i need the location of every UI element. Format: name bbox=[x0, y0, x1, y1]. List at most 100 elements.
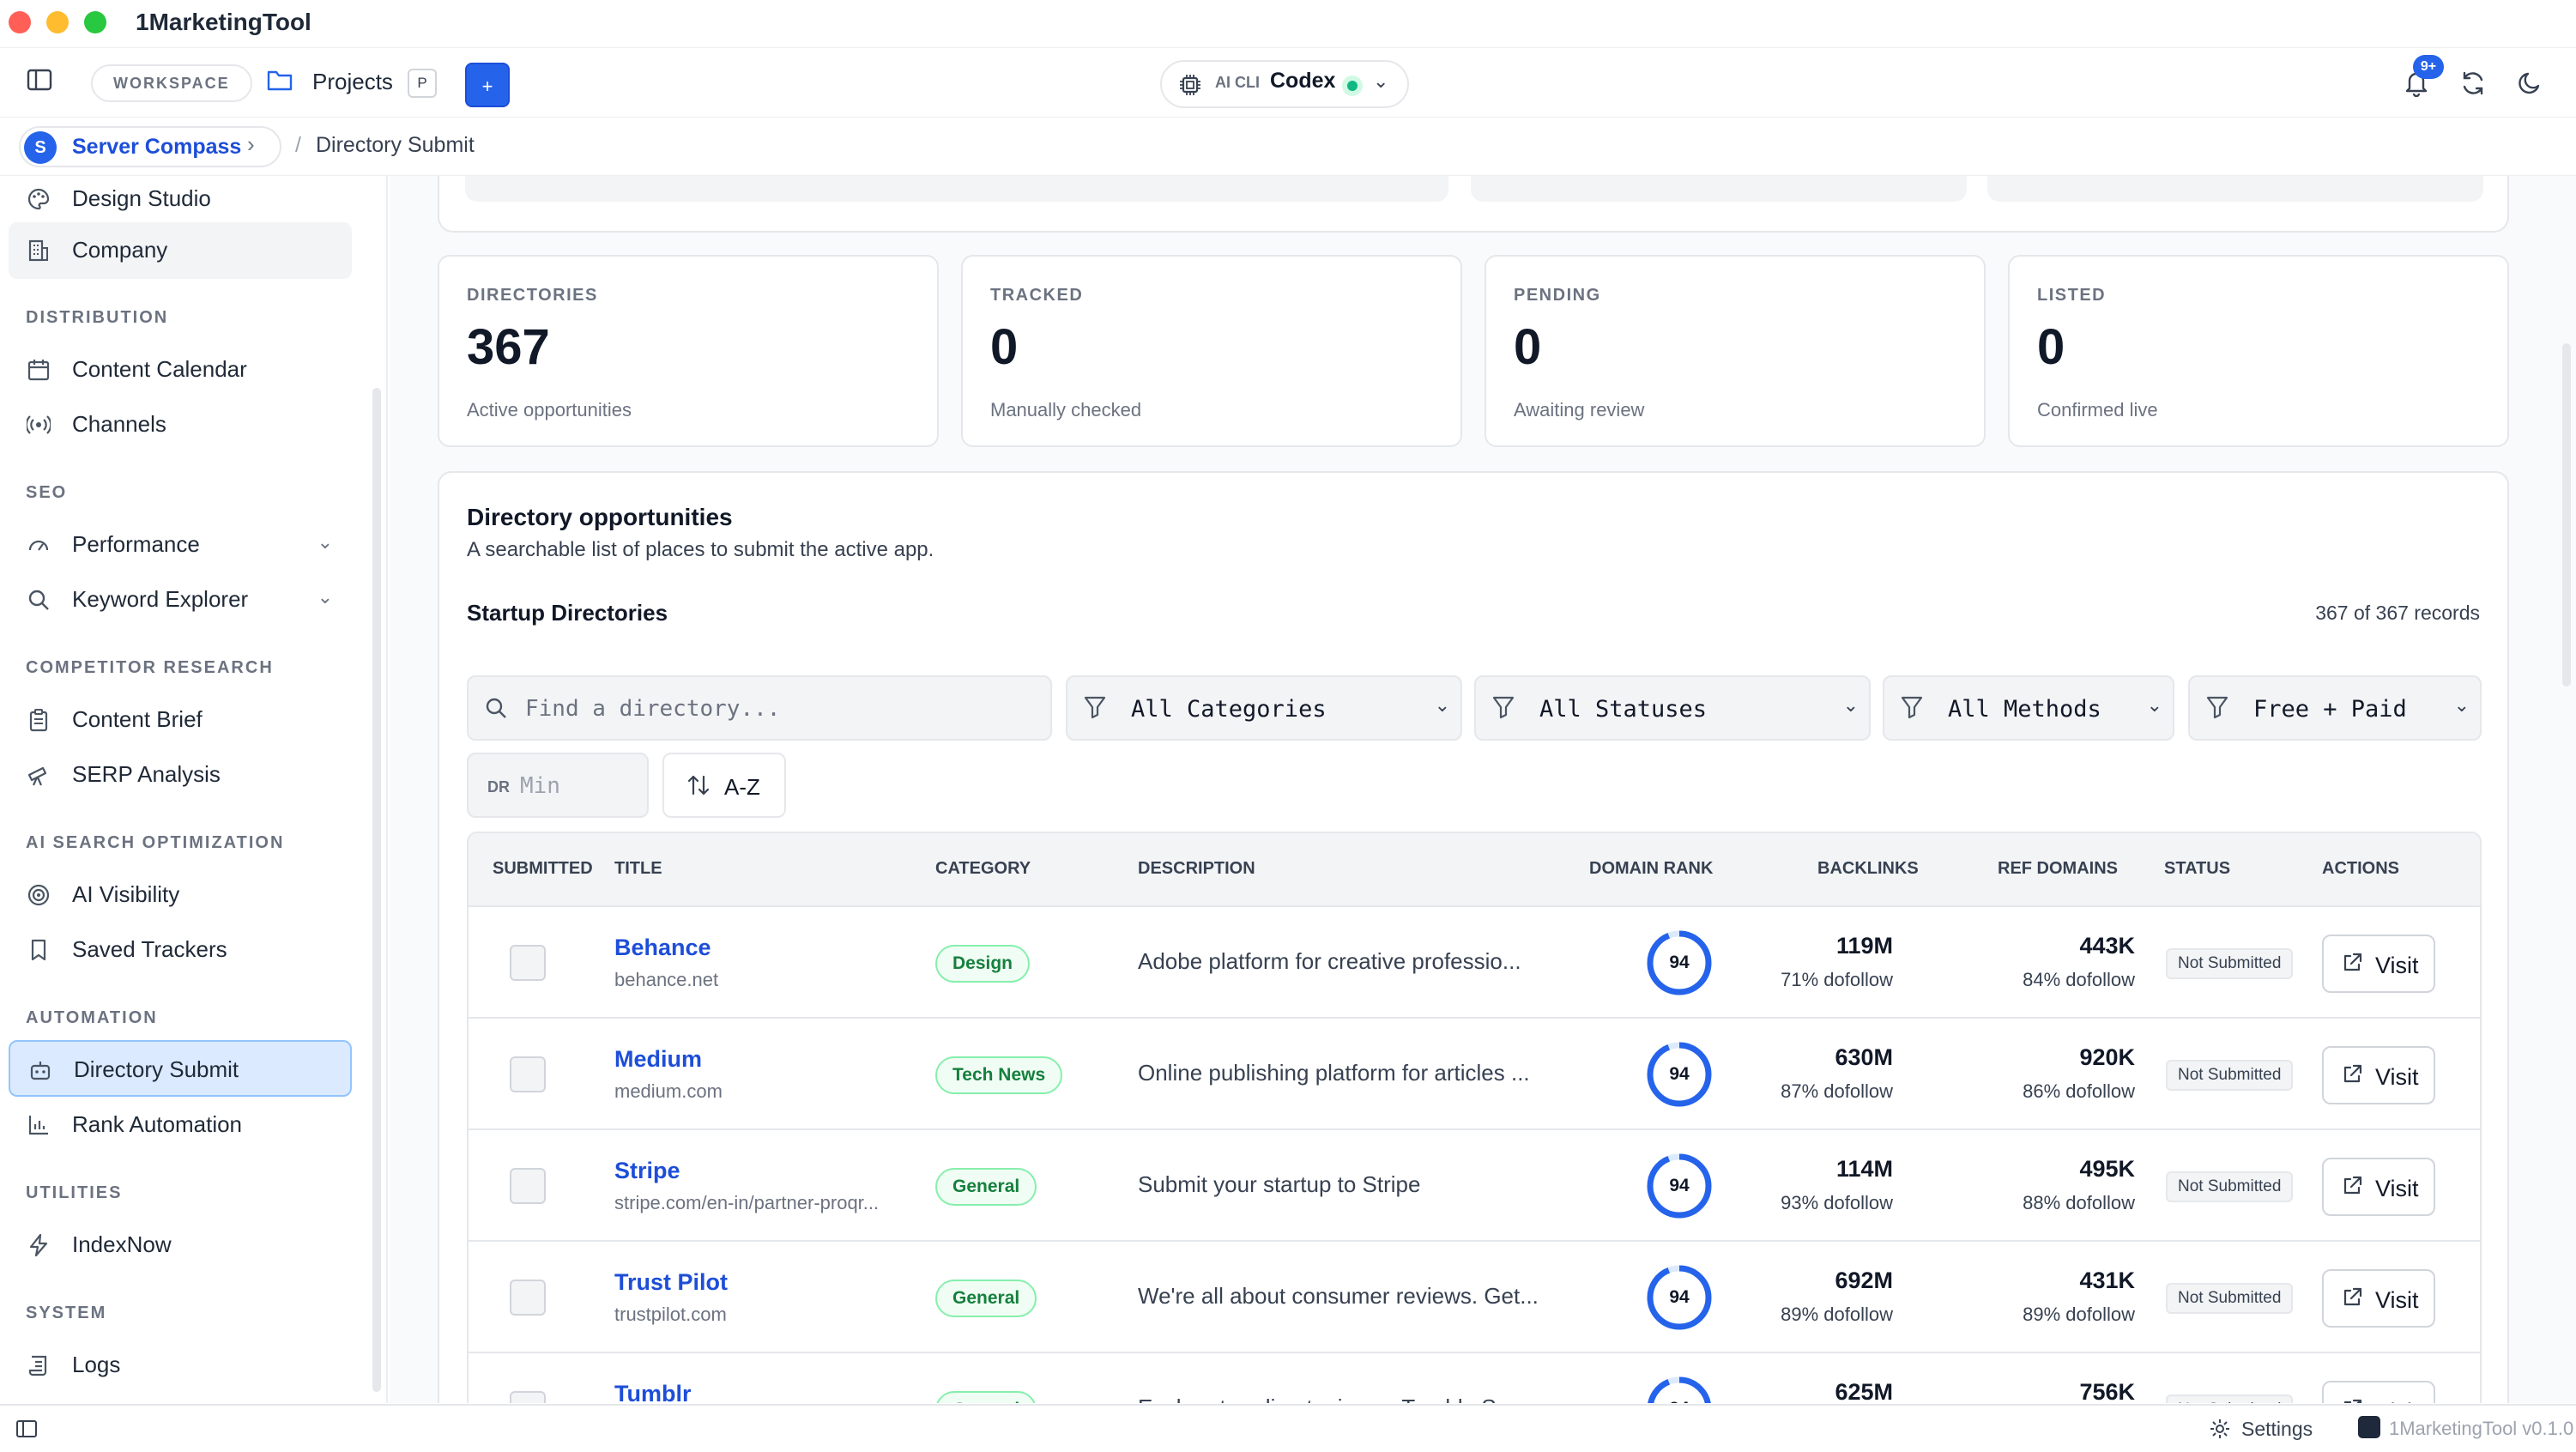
sidebar-item-label: Content Calendar bbox=[72, 356, 247, 382]
sidebar-item-channels[interactable]: Channels bbox=[9, 396, 352, 453]
stat-label: TRACKED bbox=[990, 286, 1084, 305]
search-icon bbox=[484, 696, 508, 726]
bookmark-icon bbox=[26, 938, 51, 964]
filter-icon bbox=[1900, 694, 1924, 726]
sidebar-item-label: Rank Automation bbox=[72, 1111, 243, 1137]
main-content: DIRECTORIES 367 Active opportunities TRA… bbox=[390, 176, 2576, 1403]
directory-title-link[interactable]: Stripe bbox=[614, 1158, 680, 1184]
sidebar-item-serp-analysis[interactable]: SERP Analysis bbox=[9, 747, 352, 803]
close-window-button[interactable] bbox=[9, 11, 31, 33]
ref-domains-value: 443K bbox=[2079, 933, 2135, 959]
summary-block bbox=[1471, 176, 1967, 202]
sidebar-scrollbar[interactable] bbox=[372, 388, 381, 1392]
summary-block bbox=[465, 176, 1448, 202]
visit-button[interactable]: Visit bbox=[2322, 1046, 2435, 1104]
main-scrollbar[interactable] bbox=[2562, 343, 2571, 687]
search-icon bbox=[26, 588, 51, 614]
chevron-down-icon: ⌄ bbox=[2146, 694, 2162, 716]
directory-title-link[interactable]: Behance bbox=[614, 935, 711, 961]
filter-label: All Categories bbox=[1131, 696, 1327, 723]
sidebar-item-directory-submit[interactable]: Directory Submit bbox=[9, 1040, 352, 1097]
panel-toggle-icon[interactable] bbox=[15, 1419, 38, 1443]
status-badge: Not Submitted bbox=[2166, 1395, 2294, 1403]
projects-link[interactable]: Projects bbox=[312, 63, 393, 100]
sidebar-item-design-studio[interactable]: Design Studio bbox=[9, 176, 352, 227]
status-filter[interactable]: All Statuses ⌄ bbox=[1474, 675, 1871, 741]
col-actions[interactable]: ACTIONS bbox=[2322, 859, 2399, 879]
col-submitted[interactable]: SUBMITTED bbox=[493, 859, 593, 879]
submitted-checkbox[interactable] bbox=[510, 1391, 546, 1403]
visit-button[interactable]: Visit bbox=[2322, 1158, 2435, 1216]
ai-cli-label: AI CLI bbox=[1215, 74, 1260, 91]
sidebar-item-label: Directory Submit bbox=[74, 1056, 239, 1082]
col-category[interactable]: CATEGORY bbox=[935, 859, 1031, 879]
sidebar-section-utilities: UTILITIES bbox=[26, 1183, 123, 1202]
table-row: Behance behance.net Design Adobe platform f… bbox=[469, 907, 2480, 1019]
directory-title-link[interactable]: Tumblr bbox=[614, 1381, 692, 1403]
table-row: Medium medium.com Tech News Online publishi… bbox=[469, 1019, 2480, 1130]
col-status[interactable]: STATUS bbox=[2164, 859, 2230, 879]
maximize-window-button[interactable] bbox=[84, 11, 106, 33]
sidebar-item-logs[interactable]: Logs bbox=[9, 1337, 352, 1394]
directory-description: Explore trending topics on Tumblr. See..… bbox=[1138, 1395, 1539, 1403]
stat-value: 0 bbox=[1514, 319, 1542, 375]
domain-rank-value: 94 bbox=[1646, 1376, 1713, 1403]
visit-button[interactable]: Visit bbox=[2322, 1269, 2435, 1328]
submitted-checkbox[interactable] bbox=[510, 1056, 546, 1092]
sidebar-item-content-brief[interactable]: Content Brief bbox=[9, 692, 352, 748]
stat-sub: Confirmed live bbox=[2037, 399, 2158, 420]
new-project-button[interactable]: + bbox=[465, 63, 510, 107]
domain-rank-value: 94 bbox=[1669, 1287, 1690, 1307]
search-placeholder: Find a directory... bbox=[525, 696, 781, 722]
submitted-checkbox[interactable] bbox=[510, 945, 546, 981]
search-input[interactable]: Find a directory... bbox=[467, 675, 1052, 741]
sidebar-item-indexnow[interactable]: IndexNow bbox=[9, 1217, 352, 1274]
submitted-checkbox[interactable] bbox=[510, 1168, 546, 1204]
sort-button[interactable]: A-Z bbox=[662, 753, 786, 818]
domain-rank-ring: 94 bbox=[1646, 929, 1713, 996]
company-switcher[interactable]: S Server Compass › bbox=[19, 126, 281, 167]
col-ref-domains[interactable]: REF DOMAINS bbox=[1998, 859, 2118, 879]
visit-button[interactable]: Visit bbox=[2322, 1381, 2435, 1403]
minimize-window-button[interactable] bbox=[46, 11, 69, 33]
workspace-badge[interactable]: WORKSPACE bbox=[91, 64, 252, 102]
sidebar-toggle-icon[interactable] bbox=[21, 64, 58, 102]
settings-button[interactable]: Settings bbox=[2241, 1418, 2313, 1441]
category-badge: Tech News bbox=[935, 1056, 1063, 1094]
directory-title-link[interactable]: Medium bbox=[614, 1046, 702, 1073]
sidebar-item-company[interactable]: Company bbox=[9, 222, 352, 279]
backlinks-dofollow: 71% dofollow bbox=[1781, 969, 1893, 990]
sidebar: Design Studio Company DISTRIBUTION Conte… bbox=[0, 176, 388, 1403]
col-description[interactable]: DESCRIPTION bbox=[1138, 859, 1255, 879]
sidebar-item-performance[interactable]: Performance ⌄ bbox=[9, 517, 352, 573]
sidebar-item-rank-automation[interactable]: Rank Automation bbox=[9, 1097, 352, 1153]
submitted-checkbox[interactable] bbox=[510, 1280, 546, 1316]
sort-label: A-Z bbox=[724, 774, 760, 800]
sidebar-section-automation: AUTOMATION bbox=[26, 1008, 158, 1027]
sidebar-item-label: AI Visibility bbox=[72, 881, 180, 907]
sidebar-item-label: Company bbox=[72, 237, 168, 263]
sidebar-item-ai-visibility[interactable]: AI Visibility bbox=[9, 867, 352, 923]
ref-domains-dofollow: 89% dofollow bbox=[2023, 1304, 2135, 1325]
visit-button[interactable]: Visit bbox=[2322, 935, 2435, 993]
method-filter[interactable]: All Methods ⌄ bbox=[1883, 675, 2174, 741]
dr-min-input[interactable]: DR Min bbox=[467, 753, 649, 818]
sidebar-item-content-calendar[interactable]: Content Calendar bbox=[9, 342, 352, 398]
moon-icon[interactable] bbox=[2518, 70, 2543, 100]
refresh-icon[interactable] bbox=[2459, 70, 2487, 101]
sidebar-item-label: Saved Trackers bbox=[72, 936, 227, 962]
chevron-right-icon: › bbox=[247, 131, 255, 157]
ai-cli-selector[interactable]: AI CLI Codex ⌄ bbox=[1160, 60, 1409, 108]
ref-domains-dofollow: 86% dofollow bbox=[2023, 1080, 2135, 1102]
chip-icon bbox=[1177, 72, 1203, 102]
chevron-down-icon: ⌄ bbox=[1373, 70, 1389, 92]
pricing-filter[interactable]: Free + Paid ⌄ bbox=[2188, 675, 2482, 741]
category-filter[interactable]: All Categories ⌄ bbox=[1066, 675, 1462, 741]
col-backlinks[interactable]: BACKLINKS bbox=[1817, 859, 1919, 879]
sidebar-item-saved-trackers[interactable]: Saved Trackers bbox=[9, 922, 352, 978]
category-badge: General bbox=[935, 1168, 1037, 1206]
col-title[interactable]: TITLE bbox=[614, 859, 662, 879]
col-domain-rank[interactable]: DOMAIN RANK bbox=[1589, 859, 1713, 879]
directory-title-link[interactable]: Trust Pilot bbox=[614, 1269, 728, 1296]
sidebar-item-keyword-explorer[interactable]: Keyword Explorer ⌄ bbox=[9, 572, 352, 628]
